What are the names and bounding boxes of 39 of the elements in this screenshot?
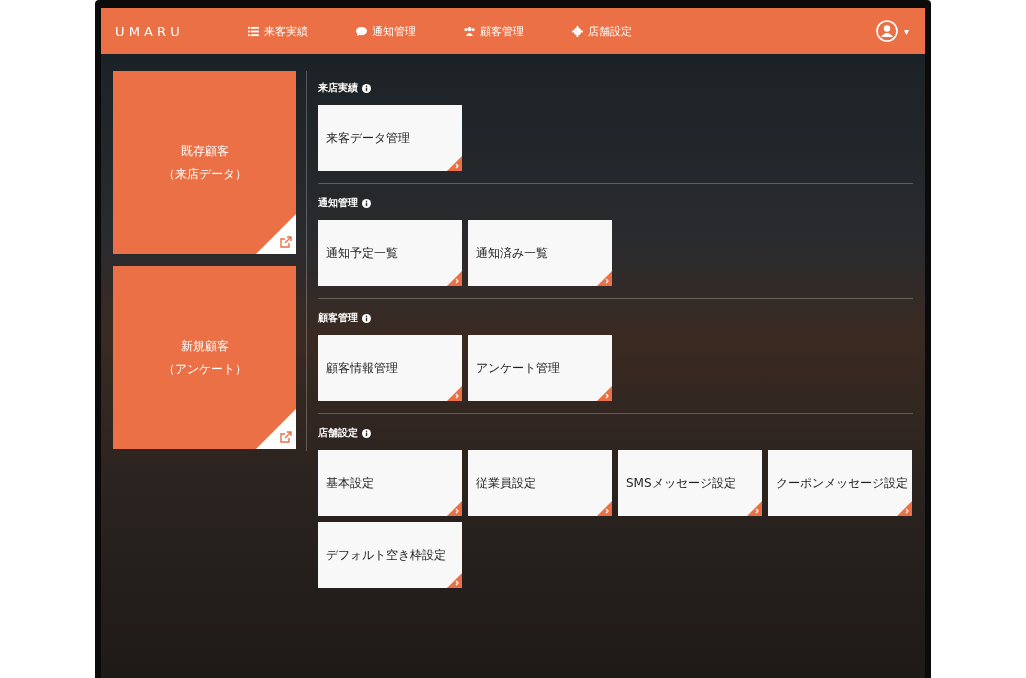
menu-tile[interactable]: 通知予定一覧	[318, 220, 462, 286]
menu-tile[interactable]: 従業員設定	[468, 450, 612, 516]
corner-chevron-icon	[447, 501, 462, 516]
menu-tile[interactable]: 通知済み一覧	[468, 220, 612, 286]
user-avatar-icon[interactable]	[875, 20, 898, 42]
corner-chevron-icon	[447, 386, 462, 401]
corner-chevron-icon	[897, 501, 912, 516]
corner-chevron-icon	[597, 501, 612, 516]
section-heading: 来店実績	[318, 81, 358, 95]
corner-chevron-icon	[747, 501, 762, 516]
section-heading: 顧客管理	[318, 311, 358, 325]
corner-chevron-icon	[447, 271, 462, 286]
external-link-corner-icon[interactable]	[256, 409, 296, 449]
section-heading: 通知管理	[318, 196, 358, 210]
external-link-corner-icon[interactable]	[256, 214, 296, 254]
tile-subtitle: （来店データ）	[162, 165, 247, 183]
menu-tile[interactable]: アンケート管理	[468, 335, 612, 401]
info-icon	[362, 198, 371, 208]
info-icon	[362, 428, 371, 438]
corner-chevron-icon	[447, 573, 462, 588]
menu-tile[interactable]: 来客データ管理	[318, 105, 462, 171]
corner-chevron-icon	[597, 386, 612, 401]
list-icon	[248, 25, 259, 37]
menu-tile[interactable]: SMSメッセージ設定	[618, 450, 762, 516]
menu-tile[interactable]: 基本設定	[318, 450, 462, 516]
section-heading: 店舗設定	[318, 426, 358, 440]
menu-tile[interactable]: クーポンメッセージ設定	[768, 450, 912, 516]
info-icon	[362, 83, 371, 93]
menu-tile[interactable]: デフォルト空き枠設定	[318, 522, 462, 588]
corner-chevron-icon	[447, 156, 462, 171]
speech-bubble-icon	[356, 25, 367, 37]
settings-icon	[572, 25, 583, 37]
menu-tile[interactable]: 顧客情報管理	[318, 335, 462, 401]
users-icon	[464, 25, 475, 37]
info-icon	[362, 313, 371, 323]
tile-title: 新規顧客	[180, 337, 229, 355]
tile-title: 既存顧客	[180, 142, 229, 160]
tile-subtitle: （アンケート）	[162, 360, 247, 378]
corner-chevron-icon	[597, 271, 612, 286]
